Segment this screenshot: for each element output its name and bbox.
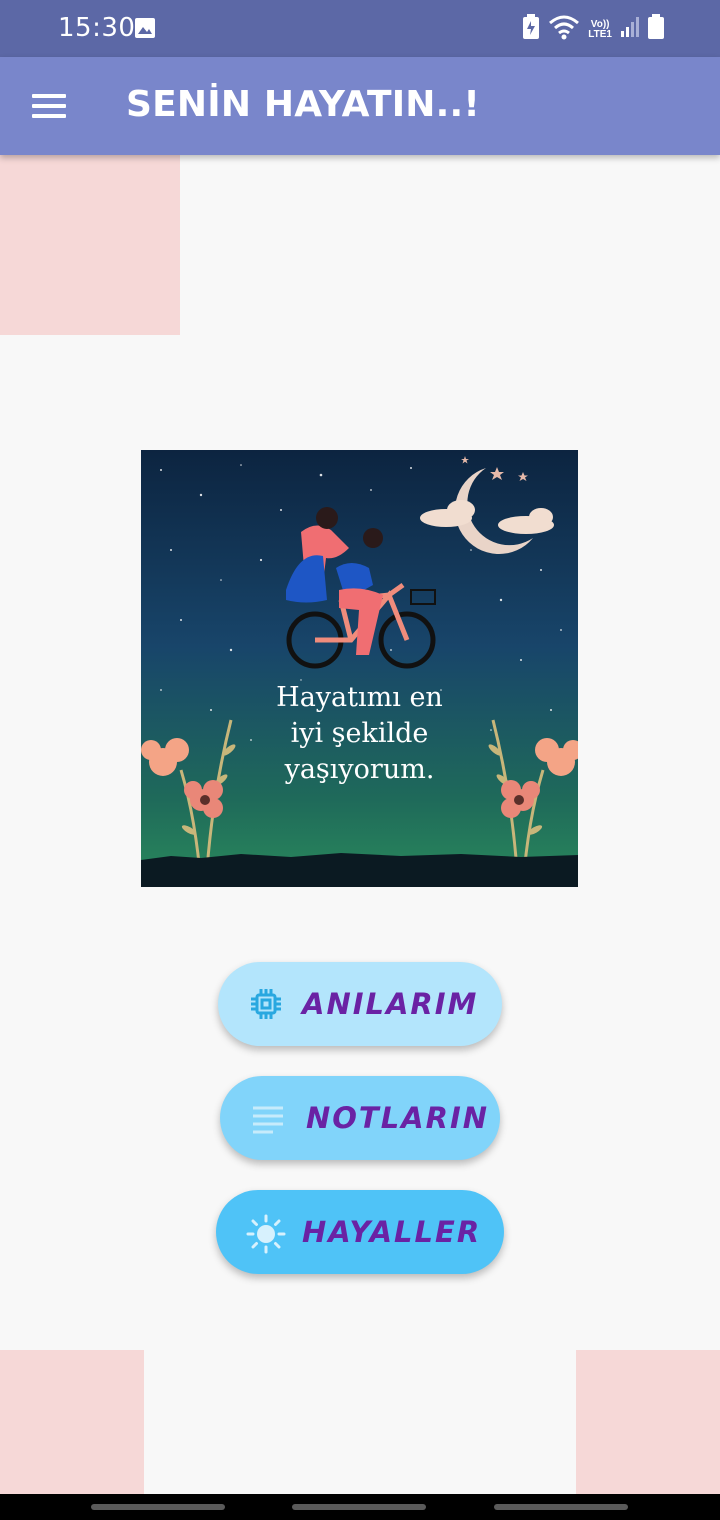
hamburger-menu-icon[interactable] bbox=[32, 94, 66, 120]
poster-caption-line: Hayatımı en bbox=[276, 682, 443, 713]
decor-pink-square-bottom-right bbox=[576, 1350, 720, 1494]
poster-image: Hayatımı en iyi şekilde yaşıyorum. bbox=[141, 450, 578, 887]
notes-lines-icon bbox=[250, 1100, 286, 1136]
wifi-icon bbox=[548, 14, 580, 45]
anilarim-button[interactable]: ANILARIM bbox=[218, 962, 502, 1046]
battery-icon bbox=[648, 14, 664, 45]
poster-caption-line: yaşıyorum. bbox=[284, 754, 435, 785]
decor-pink-square-top-left bbox=[0, 155, 180, 335]
nav-home-handle[interactable] bbox=[292, 1504, 426, 1510]
status-icons: Vo)) LTE1 bbox=[522, 14, 664, 45]
status-bar: 15:30 Vo)) LTE1 bbox=[0, 0, 720, 57]
system-nav-bar bbox=[0, 1494, 720, 1520]
lte-indicator: Vo)) LTE1 bbox=[588, 18, 612, 40]
notlarin-button[interactable]: NOTLARIN bbox=[220, 1076, 500, 1160]
sun-icon bbox=[246, 1214, 286, 1254]
signal-icon bbox=[620, 15, 640, 44]
poster-caption: Hayatımı en iyi şekilde yaşıyorum. bbox=[141, 680, 578, 788]
anilarim-label: ANILARIM bbox=[302, 987, 479, 1021]
battery-saver-icon bbox=[522, 14, 540, 45]
status-time: 15:30 bbox=[58, 13, 136, 43]
nav-recents-handle[interactable] bbox=[91, 1504, 225, 1510]
hayaller-button[interactable]: HAYALLER bbox=[216, 1190, 504, 1274]
nav-back-handle[interactable] bbox=[494, 1504, 628, 1510]
app-bar: SENİN HAYATIN..! bbox=[0, 57, 720, 155]
decor-pink-square-bottom-left bbox=[0, 1350, 144, 1494]
gallery-icon bbox=[134, 17, 156, 44]
chip-icon bbox=[248, 986, 284, 1022]
lte-top-text: Vo)) bbox=[590, 18, 610, 30]
notlarin-label: NOTLARIN bbox=[306, 1101, 490, 1135]
poster-caption-line: iyi şekilde bbox=[290, 718, 429, 749]
lte-bottom-text: LTE1 bbox=[588, 28, 612, 40]
page-title: SENİN HAYATIN..! bbox=[126, 84, 480, 125]
hayaller-label: HAYALLER bbox=[302, 1215, 482, 1249]
